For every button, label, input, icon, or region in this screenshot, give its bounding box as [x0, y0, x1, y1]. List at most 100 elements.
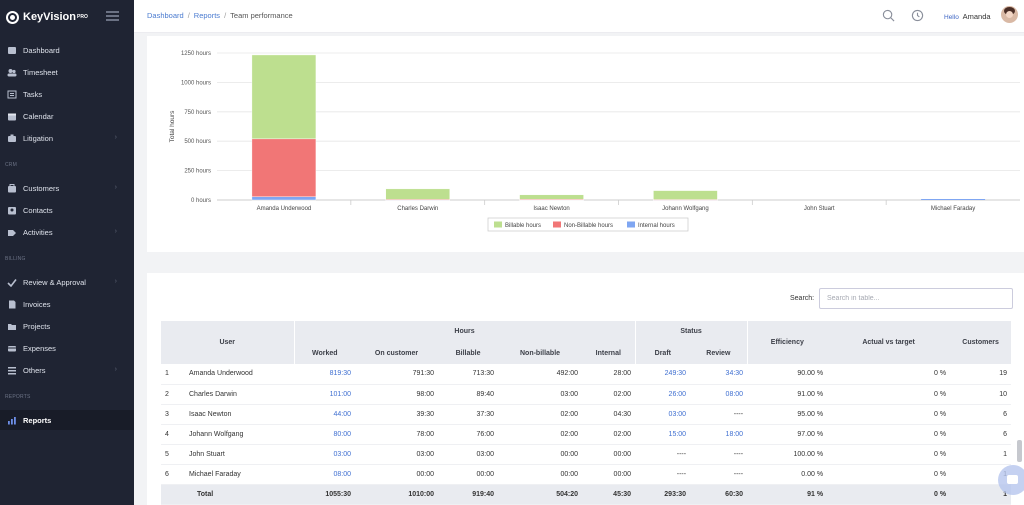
table-cell: 97.00 % — [747, 424, 828, 445]
col-group-hours: Hours — [293, 321, 636, 342]
sidebar-item-label: Timesheet — [23, 67, 58, 77]
table-cell[interactable]: 08:00 — [294, 464, 356, 485]
sidebar-item-customers[interactable]: Customers › — [0, 178, 134, 198]
table-cell: 0 % — [827, 364, 951, 385]
scrollbar[interactable] — [1017, 440, 1022, 462]
table-cell: 1 — [950, 444, 1012, 465]
sidebar-item-invoices[interactable]: Invoices — [0, 294, 134, 314]
col-user[interactable]: User — [161, 321, 295, 364]
others-icon — [7, 366, 17, 375]
col-group-status: Status — [634, 321, 748, 342]
sidebar-item-contacts[interactable]: Contacts — [0, 200, 134, 220]
sidebar-item-dashboard[interactable]: Dashboard — [0, 40, 134, 60]
team-hours-chart: 0 hours 250 hours 500 hours 750 hours 1000 h… — [169, 51, 1020, 232]
table-cell: 02:00 — [498, 424, 583, 445]
table-cell[interactable]: 26:00 — [635, 384, 691, 405]
table-cell[interactable]: 08:00 — [690, 384, 748, 405]
user-greeting[interactable]: Hello Amanda — [944, 12, 991, 21]
y-tick-label: 500 hours — [184, 139, 211, 145]
sidebar-item-label: Invoices — [23, 299, 51, 309]
sidebar-item-activities[interactable]: Activities › — [0, 222, 134, 242]
table-cell[interactable]: 101:00 — [294, 384, 356, 405]
totals-cell: 504:20 — [498, 484, 583, 505]
search-icon[interactable] — [882, 9, 895, 22]
table-row[interactable]: 3 Isaac Newton 44:00 39:30 37:30 02:00 04:30 03… — [161, 404, 1012, 425]
chevron-right-icon: › — [114, 228, 117, 235]
search-input[interactable] — [819, 288, 1013, 309]
table-panel: Search: User Hours Status Efficiency Act… — [147, 273, 1024, 505]
table-cell[interactable]: 819:30 — [294, 364, 356, 385]
sidebar-item-expenses[interactable]: Expenses — [0, 338, 134, 358]
table-row[interactable]: 5 John Stuart 03:00 03:00 03:00 00:00 00:00 ---… — [161, 444, 1012, 465]
table-row[interactable]: 2 Charles Darwin 101:00 98:00 89:40 03:00 02:0… — [161, 384, 1012, 405]
avatar[interactable] — [1001, 6, 1018, 23]
sidebar: KeyVision PRO Dashboard Timesheet Tasks Cal… — [0, 0, 134, 505]
col-internal[interactable]: Internal — [582, 342, 636, 364]
col-review[interactable]: Review — [690, 342, 748, 364]
brand-logo-icon — [6, 10, 19, 24]
sidebar-item-label: Customers — [23, 183, 60, 193]
table-cell[interactable]: 15:00 — [635, 424, 691, 445]
projects-icon — [7, 322, 17, 331]
menu-toggle-icon[interactable] — [106, 11, 119, 21]
col-actual-vs-target[interactable]: Actual vs target — [827, 321, 951, 364]
table-cell: ---- — [635, 464, 691, 485]
totals-cell: 1055:30 — [294, 484, 356, 505]
table-cell[interactable]: 03:00 — [294, 444, 356, 465]
table-cell[interactable]: 34:30 — [690, 364, 748, 385]
table-cell: 91.00 % — [747, 384, 828, 405]
table-row[interactable]: 4 Johann Wolfgang 80:00 78:00 76:00 02:00 02:0… — [161, 424, 1012, 445]
sidebar-item-reports[interactable]: Reports — [0, 410, 134, 430]
col-on-customer[interactable]: On customer — [355, 342, 439, 364]
col-efficiency[interactable]: Efficiency — [746, 321, 828, 364]
col-worked[interactable]: Worked — [293, 342, 356, 364]
table-cell: 04:30 — [582, 404, 636, 425]
customers-icon — [7, 183, 17, 193]
table-cell: ---- — [690, 404, 748, 425]
table-cell[interactable]: 18:00 — [690, 424, 748, 445]
table-cell: 98:00 — [355, 384, 439, 405]
table-row[interactable]: 6 Michael Faraday 08:00 00:00 00:00 00:00 00:0… — [161, 464, 1012, 485]
sidebar-item-others[interactable]: Others › — [0, 360, 134, 380]
table-cell[interactable]: 44:00 — [294, 404, 356, 425]
team-performance-table: User Hours Status Efficiency Actual vs t… — [161, 321, 1012, 505]
sidebar-item-label: Expenses — [23, 343, 56, 353]
user-name-cell: John Stuart — [185, 444, 295, 465]
table-cell: 00:00 — [582, 464, 636, 485]
breadcrumb-dashboard[interactable]: Dashboard — [147, 11, 184, 20]
x-tick-label: Johann Wolfgang — [662, 206, 709, 212]
nav-section-reports: REPORTS — [5, 394, 31, 400]
totals-cell: 45:30 — [582, 484, 636, 505]
col-non-billable[interactable]: Non-billable — [498, 342, 583, 364]
table-row[interactable]: 1 Amanda Underwood 819:30 791:30 713:30 492:0… — [161, 364, 1012, 385]
y-tick-label: 1250 hours — [181, 51, 211, 57]
breadcrumb-reports[interactable]: Reports — [194, 11, 220, 20]
table-cell: 76:00 — [438, 424, 499, 445]
col-draft[interactable]: Draft — [634, 342, 691, 364]
table-cell: 100.00 % — [747, 444, 828, 465]
table-cell[interactable]: 80:00 — [294, 424, 356, 445]
users-icon — [7, 68, 17, 77]
table-cell: 95.00 % — [747, 404, 828, 425]
chat-button[interactable] — [998, 465, 1024, 495]
totals-cell: 0 % — [827, 484, 951, 505]
table-cell: 492:00 — [498, 364, 583, 385]
sidebar-item-litigation[interactable]: Litigation › — [0, 128, 134, 148]
clock-icon[interactable] — [911, 9, 924, 22]
sidebar-item-projects[interactable]: Projects — [0, 316, 134, 336]
breadcrumb: Dashboard / Reports / Team performance — [147, 11, 293, 20]
x-tick-label: Charles Darwin — [397, 206, 438, 212]
table-cell[interactable]: 03:00 — [635, 404, 691, 425]
table-cell: 0 % — [827, 424, 951, 445]
row-index: 6 — [161, 464, 185, 485]
sidebar-item-tasks[interactable]: Tasks — [0, 84, 134, 104]
row-index: 1 — [161, 364, 185, 385]
sidebar-item-calendar[interactable]: Calendar — [0, 106, 134, 126]
sidebar-item-timesheet[interactable]: Timesheet — [0, 62, 134, 82]
sidebar-item-label: Dashboard — [23, 45, 60, 55]
sidebar-item-review-approval[interactable]: Review & Approval › — [0, 272, 134, 292]
approval-icon — [7, 278, 17, 287]
table-cell[interactable]: 249:30 — [635, 364, 691, 385]
col-customers[interactable]: Customers — [950, 321, 1012, 364]
col-billable[interactable]: Billable — [438, 342, 499, 364]
